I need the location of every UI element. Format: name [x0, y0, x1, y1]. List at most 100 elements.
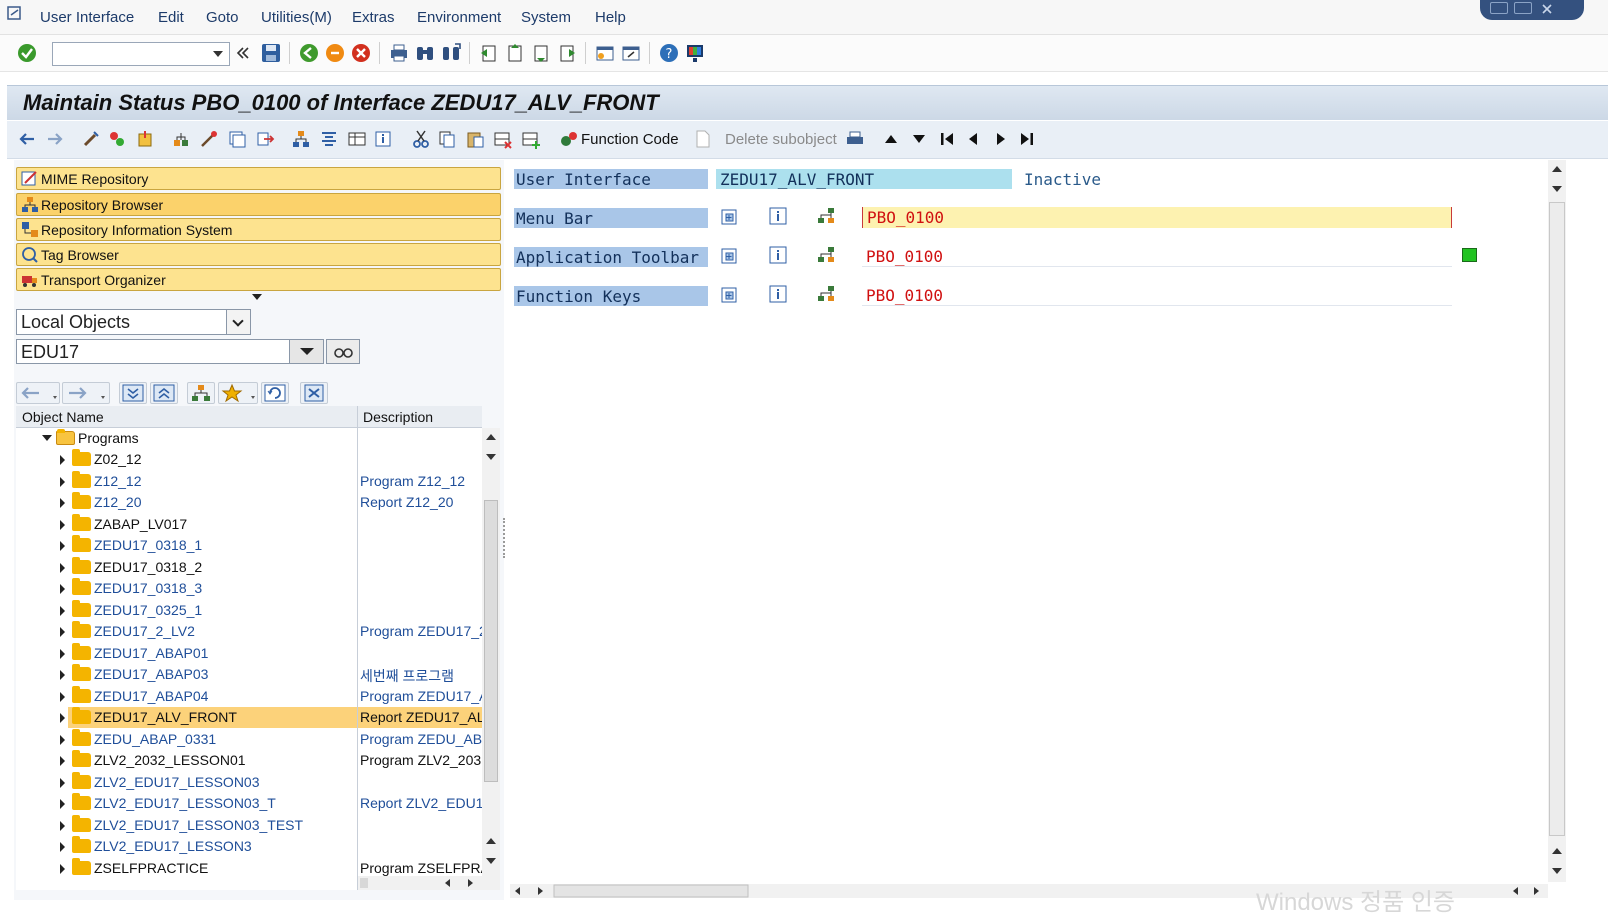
check-icon[interactable]: [107, 129, 127, 149]
table-row[interactable]: Z12_20 Report Z12_20: [16, 492, 482, 513]
tree-forward-button[interactable]: [62, 382, 110, 404]
scroll-up-icon[interactable]: [486, 434, 496, 440]
expand-toggle-icon[interactable]: [60, 691, 65, 702]
save-icon[interactable]: [260, 42, 282, 64]
arrow-right-icon[interactable]: [45, 129, 65, 149]
object-hierarchy-icon[interactable]: [816, 285, 836, 303]
system-menu-icon[interactable]: [6, 6, 24, 22]
expand-toggle-icon[interactable]: [60, 584, 65, 594]
mime-repository-button[interactable]: MIME Repository: [16, 167, 501, 190]
find-icon[interactable]: [414, 42, 436, 64]
scroll-down-icon[interactable]: [486, 454, 496, 460]
function-keys-input[interactable]: PBO_0100: [862, 285, 1452, 306]
expand-toggle-icon[interactable]: [60, 541, 65, 551]
expand-toggle-icon[interactable]: [60, 713, 65, 723]
menu-edit[interactable]: Edit: [158, 9, 184, 26]
tag-browser-button[interactable]: Tag Browser: [16, 243, 501, 266]
tree-back-button[interactable]: [16, 382, 60, 404]
previous-page-icon[interactable]: [504, 42, 526, 64]
menu-extras[interactable]: Extras: [352, 9, 395, 26]
transport-organizer-button[interactable]: Transport Organizer: [16, 268, 501, 291]
exit-icon[interactable]: [324, 42, 346, 64]
scroll-up-icon[interactable]: [1552, 166, 1562, 172]
expand-toggle-icon[interactable]: [60, 777, 65, 788]
first-item-icon[interactable]: [937, 129, 957, 149]
expand-toggle-icon[interactable]: [60, 863, 65, 874]
next-page-icon[interactable]: [530, 42, 552, 64]
last-page-icon[interactable]: [556, 42, 578, 64]
dropdown-icon[interactable]: [289, 340, 323, 363]
expand-toggle-icon[interactable]: [60, 455, 65, 465]
expand-toggle-icon[interactable]: [60, 734, 65, 745]
chevron-down-icon[interactable]: [226, 310, 250, 334]
scroll-thumb[interactable]: [1549, 202, 1565, 836]
table-row[interactable]: ZEDU17_ABAP04 Program ZEDU17_A: [16, 685, 482, 707]
print-icon[interactable]: [845, 129, 865, 149]
expand-toggle-icon[interactable]: [60, 627, 65, 637]
table-row[interactable]: ZEDU17_0318_3: [16, 578, 482, 599]
menu-bar-input[interactable]: PBO_0100: [862, 207, 1452, 228]
repository-browser-button[interactable]: Repository Browser: [16, 193, 501, 216]
expand-toggle-icon[interactable]: [60, 820, 65, 831]
menu-utilities[interactable]: Utilities(M): [261, 9, 332, 26]
object-name-input[interactable]: EDU17: [16, 339, 324, 364]
menu-environment[interactable]: Environment: [417, 9, 501, 26]
chevron-down-icon[interactable]: [213, 51, 223, 57]
favorites-button[interactable]: [218, 382, 258, 404]
menu-user-interface[interactable]: User Interface: [40, 9, 134, 26]
delete-subobject-button[interactable]: Delete subobject: [725, 131, 837, 148]
table-row[interactable]: ZEDU17_0318_1: [16, 535, 482, 556]
minimize-icon[interactable]: [1490, 2, 1508, 14]
function-code-button[interactable]: Function Code: [581, 131, 679, 148]
display-object-icon[interactable]: [720, 247, 740, 265]
editor-vertical-scrollbar[interactable]: [1548, 160, 1566, 882]
table-row[interactable]: ZABAP_LV017: [16, 513, 482, 535]
column-header-object-name[interactable]: Object Name: [22, 409, 104, 425]
scroll-down-icon[interactable]: [1552, 868, 1562, 874]
arrow-left-icon[interactable]: [17, 129, 37, 149]
display-object-icon[interactable]: [720, 208, 740, 226]
application-toolbar-input[interactable]: PBO_0100: [862, 246, 1452, 267]
cut-icon[interactable]: [411, 129, 431, 149]
expand-toggle-icon[interactable]: [60, 519, 65, 530]
tree-node-programs[interactable]: Programs: [16, 428, 482, 449]
expand-toggle-icon[interactable]: [42, 435, 52, 441]
move-up-icon[interactable]: [881, 129, 901, 149]
display-glasses-icon[interactable]: [326, 339, 360, 364]
align-icon[interactable]: [319, 129, 339, 149]
create-session-icon[interactable]: [594, 42, 616, 64]
next-item-icon[interactable]: [991, 129, 1011, 149]
cancel-icon[interactable]: [350, 42, 372, 64]
shortcut-icon[interactable]: [620, 42, 642, 64]
table-row[interactable]: Z12_12 Program Z12_12: [16, 470, 482, 492]
table-row[interactable]: ZLV2_2032_LESSON01 Program ZLV2_203: [16, 750, 482, 771]
table-row[interactable]: ZEDU17_0318_2: [16, 556, 482, 578]
expand-all-button[interactable]: [119, 382, 147, 404]
table-row[interactable]: ZEDU_ABAP_0331 Program ZEDU_AB/: [16, 728, 482, 750]
expand-navigator-icon[interactable]: [252, 294, 262, 300]
expand-toggle-icon[interactable]: [60, 605, 65, 616]
table-row[interactable]: ZEDU17_ALV_FRONT Report ZEDU17_AL: [60, 707, 482, 728]
column-header-description[interactable]: Description: [363, 409, 433, 425]
help-icon[interactable]: ?: [658, 42, 680, 64]
insert-row-icon[interactable]: [521, 129, 541, 149]
previous-item-icon[interactable]: [963, 129, 983, 149]
object-hierarchy-icon[interactable]: [816, 207, 836, 225]
command-field[interactable]: [52, 42, 230, 66]
where-used-icon[interactable]: [199, 129, 219, 149]
expand-toggle-icon[interactable]: [60, 562, 65, 573]
delete-row-icon[interactable]: [493, 129, 513, 149]
activate-icon[interactable]: [135, 129, 155, 149]
object-list-icon[interactable]: [171, 129, 191, 149]
structure-button[interactable]: [187, 382, 215, 404]
menu-goto[interactable]: Goto: [206, 9, 239, 26]
menu-system[interactable]: System: [521, 9, 571, 26]
hierarchy-icon[interactable]: [291, 129, 311, 149]
table-row[interactable]: ZEDU17_0325_1: [16, 599, 482, 621]
collapse-all-button[interactable]: [150, 382, 178, 404]
display-object-icon[interactable]: [720, 286, 740, 304]
refresh-button[interactable]: [261, 382, 289, 404]
expand-toggle-icon[interactable]: [60, 648, 65, 659]
info-icon[interactable]: [768, 207, 788, 225]
back-icon[interactable]: [298, 42, 320, 64]
